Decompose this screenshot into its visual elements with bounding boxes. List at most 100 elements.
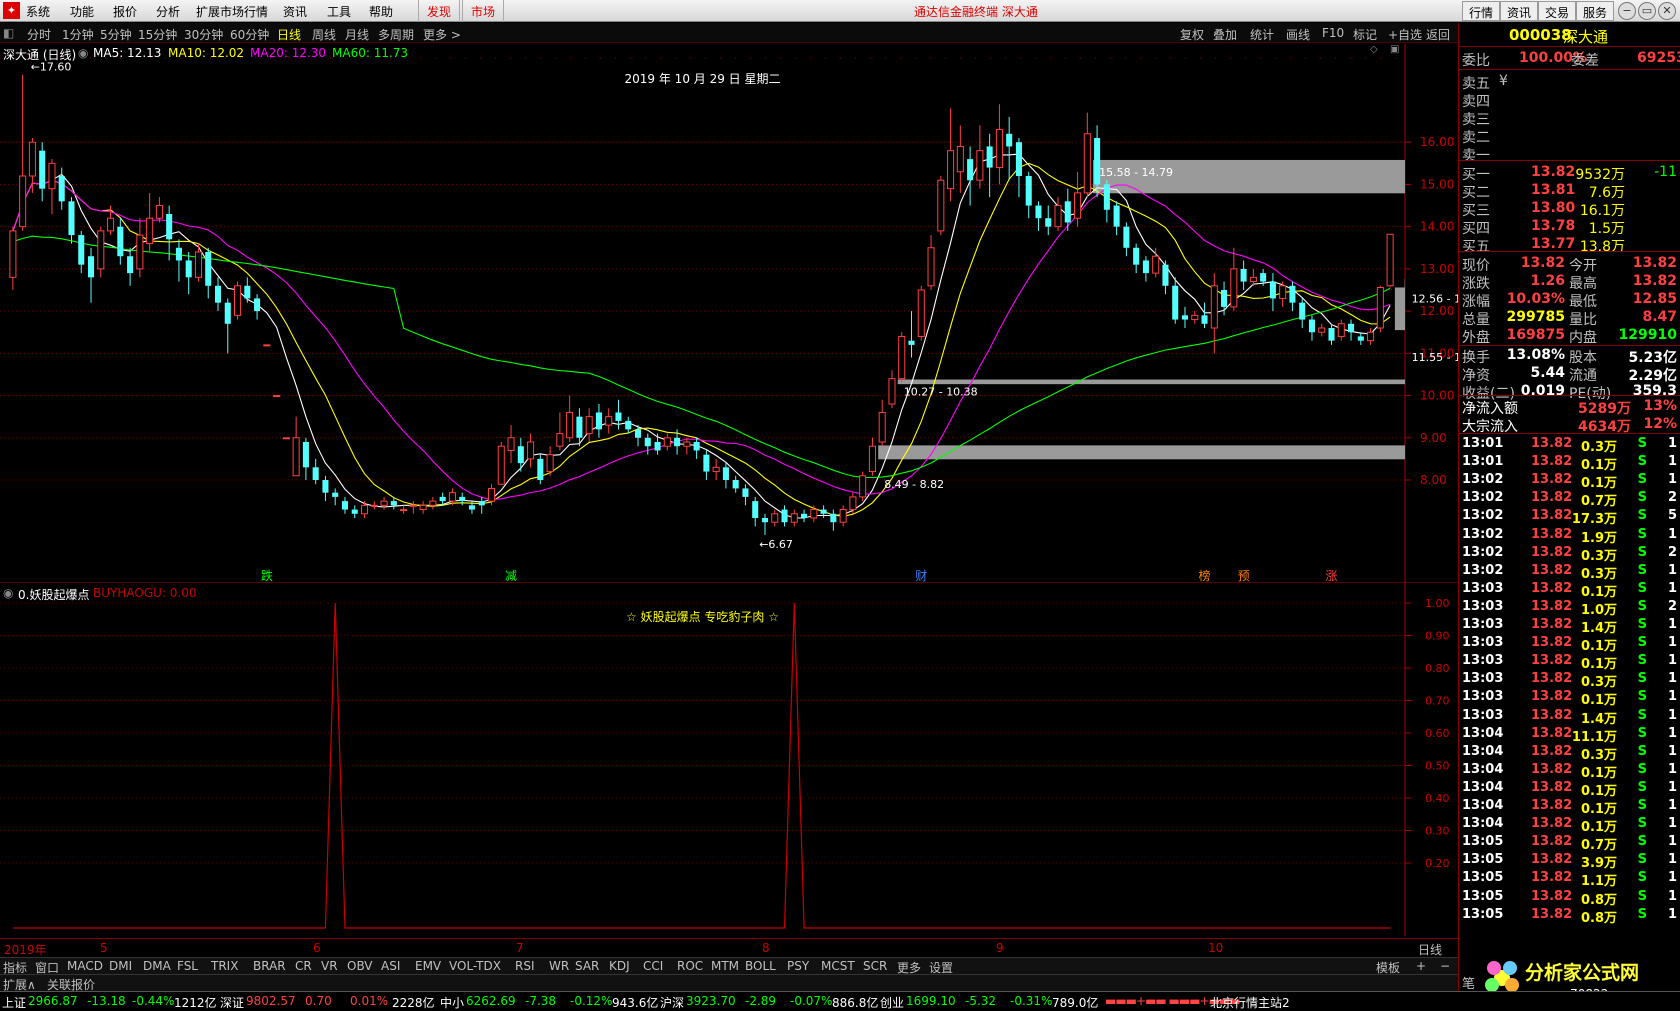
- index-name[interactable]: 深证: [220, 994, 244, 1011]
- ask-row[interactable]: 卖三: [1459, 109, 1680, 127]
- indicator-tab[interactable]: KDJ: [609, 959, 630, 973]
- period-1min[interactable]: 1分钟: [62, 26, 94, 43]
- indicator-tab[interactable]: OBV: [347, 959, 373, 973]
- tick-row[interactable]: 13:0313.821.4万S1: [1459, 617, 1680, 635]
- index-name[interactable]: 上证: [2, 994, 26, 1011]
- indicator-tab[interactable]: VR: [321, 959, 338, 973]
- menu-ext-market[interactable]: 扩展市场行情: [196, 3, 268, 20]
- indicator-tab[interactable]: DMI: [109, 959, 132, 973]
- indicator-tab[interactable]: PSY: [787, 959, 809, 973]
- period-weekly[interactable]: 周线: [312, 26, 336, 43]
- panel-toggle-icon[interactable]: ◧: [3, 26, 14, 40]
- tick-row[interactable]: 13:0213.820.7万S2: [1459, 490, 1680, 508]
- indicator-chart[interactable]: 1.000.900.800.700.600.500.400.300.20: [0, 583, 1458, 936]
- period-daily[interactable]: 日线: [277, 26, 301, 43]
- tick-row[interactable]: 13:0213.820.3万S2: [1459, 545, 1680, 563]
- tick-row[interactable]: 13:0213.820.3万S1: [1459, 563, 1680, 581]
- indicator-tab[interactable]: MACD: [67, 959, 103, 973]
- tick-row[interactable]: 13:0413.820.3万S1: [1459, 744, 1680, 762]
- indicator-tab[interactable]: BOLL: [745, 959, 776, 973]
- bid-row[interactable]: 买四13.781.5万: [1459, 218, 1680, 236]
- tick-row[interactable]: 13:0213.820.1万S1: [1459, 472, 1680, 490]
- indicator-tab[interactable]: VOL-TDX: [449, 959, 501, 973]
- tick-row[interactable]: 13:0113.820.3万S1: [1459, 436, 1680, 454]
- indicator-tab[interactable]: ROC: [677, 959, 703, 973]
- tool-f10[interactable]: F10: [1322, 26, 1344, 40]
- menu-function[interactable]: 功能: [70, 3, 94, 20]
- tick-row[interactable]: 13:0413.820.1万S1: [1459, 798, 1680, 816]
- tick-row[interactable]: 13:0313.820.1万S1: [1459, 653, 1680, 671]
- index-name[interactable]: 中小: [440, 994, 464, 1011]
- event-marker[interactable]: 涨: [1326, 568, 1338, 583]
- close-icon[interactable]: ✕: [1658, 2, 1676, 20]
- tick-row[interactable]: 13:0213.821.9万S1: [1459, 527, 1680, 545]
- add-icon[interactable]: +: [1416, 959, 1426, 973]
- candlestick-chart[interactable]: 16.0015.0014.0013.0012.0011.0010.009.008…: [0, 44, 1458, 584]
- tick-row[interactable]: 13:0513.820.7万S1: [1459, 834, 1680, 852]
- indicator-tab[interactable]: CCI: [643, 959, 663, 973]
- indicator-menu-icon[interactable]: ◉: [3, 586, 13, 600]
- tab-trade[interactable]: 交易: [1538, 1, 1576, 21]
- indicator-tab[interactable]: MCST: [821, 959, 855, 973]
- tick-row[interactable]: 13:0413.8211.1万S1: [1459, 726, 1680, 744]
- menu-system[interactable]: 系统: [26, 3, 50, 20]
- period-30min[interactable]: 30分钟: [184, 26, 223, 43]
- tick-row[interactable]: 13:0413.820.1万S1: [1459, 762, 1680, 780]
- remove-icon[interactable]: −: [1440, 959, 1450, 973]
- event-marker[interactable]: 跌: [261, 568, 273, 583]
- event-marker[interactable]: 榜: [1199, 568, 1211, 583]
- tick-row[interactable]: 13:0313.821.0万S2: [1459, 599, 1680, 617]
- indicator-tab[interactable]: TRIX: [211, 959, 238, 973]
- indicator-tab[interactable]: CR: [295, 959, 312, 973]
- tick-row[interactable]: 13:0313.820.3万S1: [1459, 671, 1680, 689]
- tool-stats[interactable]: 统计: [1250, 26, 1274, 43]
- bid-row[interactable]: 买一13.829532万-11: [1459, 164, 1680, 182]
- bid-row[interactable]: 买三13.8016.1万: [1459, 200, 1680, 218]
- tool-mark[interactable]: 标记: [1353, 26, 1377, 43]
- tick-row[interactable]: 13:0113.820.1万S1: [1459, 454, 1680, 472]
- axis-mode-label[interactable]: 日线: [1418, 941, 1442, 958]
- tick-row[interactable]: 13:0513.823.9万S1: [1459, 852, 1680, 870]
- menu-help[interactable]: 帮助: [369, 3, 393, 20]
- settings-circle-icon[interactable]: ◉: [78, 46, 88, 60]
- indicator-tab[interactable]: MTM: [711, 959, 739, 973]
- menu-news[interactable]: 资讯: [283, 3, 307, 20]
- event-marker[interactable]: 预: [1238, 569, 1250, 583]
- tab-service[interactable]: 服务: [1576, 1, 1614, 21]
- app-logo-icon[interactable]: ✦: [3, 2, 20, 19]
- indicator-tab[interactable]: BRAR: [253, 959, 286, 973]
- tick-row[interactable]: 13:0313.820.1万S1: [1459, 581, 1680, 599]
- server-status[interactable]: 北京行情主站2: [1210, 994, 1290, 1011]
- ask-row[interactable]: 卖四: [1459, 91, 1680, 109]
- event-marker[interactable]: 减: [505, 569, 517, 583]
- period-monthly[interactable]: 月线: [345, 26, 369, 43]
- period-multi[interactable]: 多周期: [378, 26, 414, 43]
- index-name[interactable]: 沪深: [660, 994, 684, 1011]
- tick-footer[interactable]: 笔: [1462, 973, 1475, 992]
- indicator-tab[interactable]: SCR: [863, 959, 887, 973]
- tick-row[interactable]: 13:0413.820.1万S1: [1459, 780, 1680, 798]
- menu-market[interactable]: 市场: [462, 0, 504, 22]
- maximize-icon[interactable]: ▭: [1638, 2, 1656, 20]
- menu-tools[interactable]: 工具: [327, 3, 351, 20]
- tick-row[interactable]: 13:0513.820.8万S1: [1459, 907, 1680, 925]
- bid-row[interactable]: 买二13.817.6万: [1459, 182, 1680, 200]
- minimize-icon[interactable]: −: [1618, 2, 1636, 20]
- tool-add-watch[interactable]: +自选: [1388, 26, 1422, 43]
- tool-back[interactable]: 返回: [1426, 26, 1450, 43]
- event-marker[interactable]: 财: [915, 569, 927, 583]
- period-5min[interactable]: 5分钟: [100, 26, 132, 43]
- menu-quote[interactable]: 报价: [113, 3, 137, 20]
- period-15min[interactable]: 15分钟: [138, 26, 177, 43]
- indicator-tab[interactable]: DMA: [143, 959, 171, 973]
- tab-market[interactable]: 行情: [1462, 1, 1500, 21]
- tick-row[interactable]: 13:0513.820.8万S1: [1459, 889, 1680, 907]
- tick-row[interactable]: 13:0513.821.1万S1: [1459, 870, 1680, 888]
- indicator-tab[interactable]: ASI: [381, 959, 400, 973]
- tool-draw[interactable]: 画线: [1286, 26, 1310, 43]
- indicator-tab[interactable]: WR: [549, 959, 569, 973]
- tick-row[interactable]: 13:0313.821.4万S1: [1459, 708, 1680, 726]
- tool-fuquan[interactable]: 复权: [1180, 26, 1204, 43]
- menu-analysis[interactable]: 分析: [156, 3, 180, 20]
- menu-discover[interactable]: 发现: [418, 0, 460, 22]
